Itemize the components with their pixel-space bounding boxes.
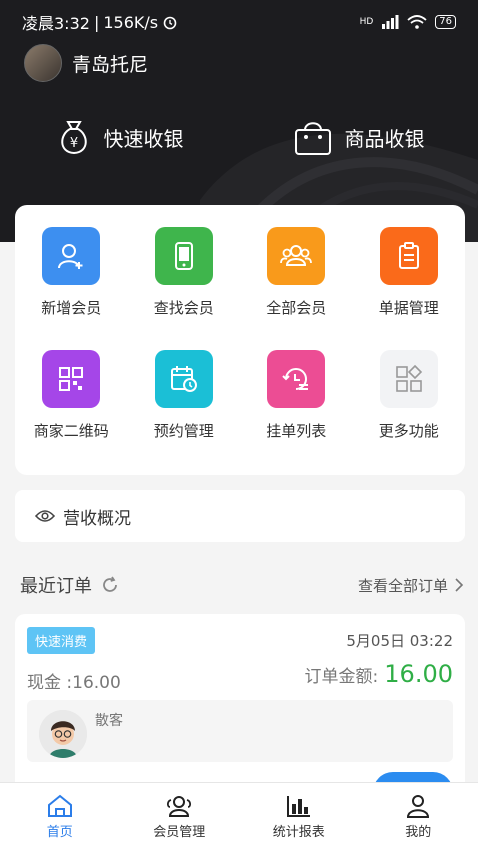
customer-avatar: [39, 710, 87, 758]
product-checkout-button[interactable]: 商品收银: [239, 118, 478, 156]
menu-all-members[interactable]: 全部会员: [240, 227, 353, 318]
signal-icon: [382, 15, 399, 29]
quick-checkout-button[interactable]: ¥ 快速收银: [0, 118, 239, 156]
calendar-clock-icon: [154, 350, 213, 408]
alarm-icon: [163, 16, 177, 30]
add-member-icon: [42, 227, 101, 285]
members-icon: [167, 795, 192, 817]
order-amount-row: 订单金额: 16.00: [305, 660, 453, 688]
tab-label: 首页: [46, 824, 73, 840]
tab-label: 统计报表: [272, 824, 325, 840]
menu-label: 更多功能: [378, 422, 439, 440]
history-list-icon: [267, 350, 326, 408]
menu-label: 新增会员: [41, 299, 102, 317]
qrcode-icon: [42, 350, 101, 408]
order-time: 5月05日 03:22: [346, 632, 453, 650]
function-menu-card: 新增会员 查找会员 全部会员 单据管理 商家二维码 预约管理 挂单列表 更多功能: [15, 205, 465, 475]
order-amount: 16.00: [384, 660, 453, 688]
svg-text:¥: ¥: [69, 136, 77, 151]
tab-label: 会员管理: [153, 824, 206, 840]
battery-indicator: 76: [435, 15, 456, 29]
customer-info: 散客: [27, 700, 453, 762]
recent-orders-header: 最近订单 查看全部订单: [20, 572, 464, 598]
shop-avatar[interactable]: [24, 44, 62, 82]
members-icon: [267, 227, 326, 285]
network-label: HD: [359, 17, 374, 27]
menu-pending-orders[interactable]: 挂单列表: [240, 350, 353, 441]
menu-more-functions[interactable]: 更多功能: [353, 350, 466, 441]
quick-actions: ¥ 快速收银 商品收银: [0, 118, 478, 156]
phone-icon: [154, 227, 213, 285]
menu-label: 全部会员: [266, 299, 327, 317]
shopping-bag-icon: [294, 122, 331, 155]
menu-label: 单据管理: [378, 299, 439, 317]
eye-icon: [35, 510, 55, 522]
customer-name: 散客: [95, 713, 123, 729]
menu-merchant-qrcode[interactable]: 商家二维码: [15, 350, 128, 441]
order-cash: 现金 :16.00: [27, 673, 121, 693]
more-apps-icon: [379, 350, 438, 408]
menu-label: 查找会员: [153, 299, 214, 317]
menu-label: 挂单列表: [266, 422, 327, 440]
menu-add-member[interactable]: 新增会员: [15, 227, 128, 318]
chevron-right-icon: [455, 578, 464, 592]
shop-profile[interactable]: 青岛托尼: [24, 44, 148, 82]
order-amount-label: 订单金额:: [304, 667, 379, 687]
tab-home[interactable]: 首页: [0, 783, 120, 850]
refresh-icon[interactable]: [100, 575, 120, 595]
view-all-orders-link[interactable]: 查看全部订单: [358, 575, 464, 596]
status-speed: 156K/s: [103, 12, 159, 32]
tab-member-management[interactable]: 会员管理: [120, 783, 240, 850]
tab-mine[interactable]: 我的: [359, 783, 478, 850]
revenue-overview-card[interactable]: 营收概况: [15, 490, 465, 542]
quick-checkout-label: 快速收银: [103, 126, 184, 151]
recent-orders-title: 最近订单: [20, 576, 92, 597]
bottom-tab-bar: 首页 会员管理 统计报表 我的: [0, 782, 478, 850]
product-checkout-label: 商品收银: [344, 126, 425, 151]
view-all-orders-label: 查看全部订单: [357, 576, 448, 595]
menu-label: 预约管理: [153, 422, 214, 440]
menu-find-member[interactable]: 查找会员: [128, 227, 241, 318]
revenue-overview-label: 营收概况: [63, 508, 131, 529]
home-icon: [47, 794, 72, 817]
money-bag-icon: ¥: [60, 121, 87, 155]
wifi-icon: [407, 15, 427, 29]
tab-label: 我的: [405, 824, 432, 840]
bar-chart-icon: [286, 795, 310, 817]
clipboard-icon: [379, 227, 438, 285]
tab-statistics[interactable]: 统计报表: [239, 783, 359, 850]
order-type-badge: 快速消费: [27, 627, 96, 654]
menu-documents[interactable]: 单据管理: [353, 227, 466, 318]
menu-label: 商家二维码: [33, 422, 109, 440]
shop-name: 青岛托尼: [72, 53, 149, 76]
user-icon: [407, 794, 430, 818]
status-bar: 凌晨3:32 | 156K/s HD 76: [0, 0, 478, 44]
menu-appointments[interactable]: 预约管理: [128, 350, 241, 441]
status-time: 凌晨3:32: [22, 14, 90, 33]
